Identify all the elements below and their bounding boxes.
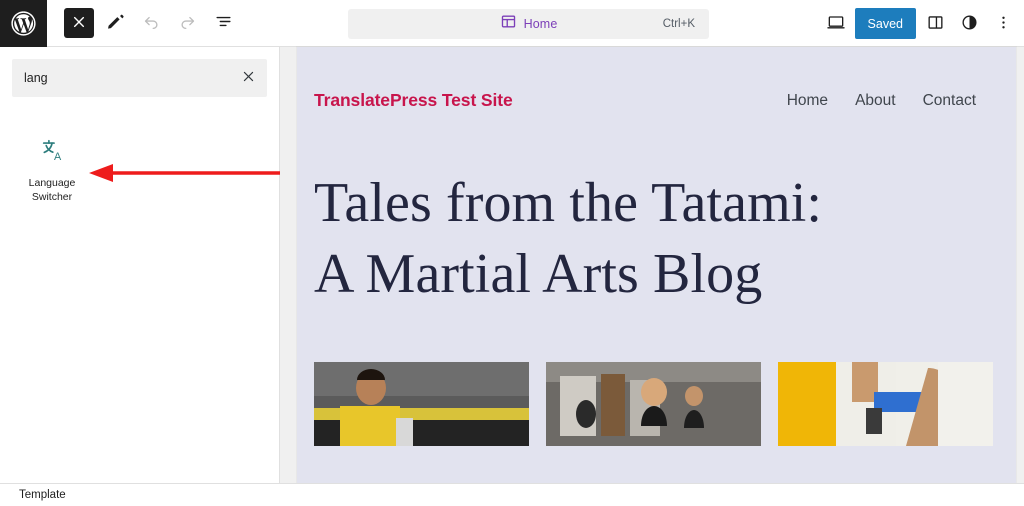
view-device-button[interactable] (821, 9, 851, 39)
undo-icon (142, 12, 161, 34)
block-inserter-panel: A Language Switcher (0, 47, 280, 483)
toolbar-left-group (47, 8, 238, 38)
translate-icon: A (37, 135, 67, 165)
clear-search-button[interactable] (235, 65, 261, 91)
site-header: TranslatePress Test Site Home About Cont… (297, 47, 1016, 111)
pencil-icon (106, 12, 125, 34)
nav-link-about[interactable]: About (855, 92, 896, 110)
svg-text:A: A (53, 150, 61, 162)
featured-image-1 (314, 362, 529, 447)
close-icon (241, 69, 256, 87)
more-options-button[interactable] (988, 9, 1018, 39)
hero-heading-line-2: A Martial Arts Blog (314, 243, 763, 306)
edit-mode-button[interactable] (100, 8, 130, 38)
site-preview-frame[interactable]: TranslatePress Test Site Home About Cont… (297, 47, 1016, 483)
command-bar-inner: Home (500, 13, 558, 35)
status-bar: Template (0, 483, 1024, 506)
editor-canvas: TranslatePress Test Site Home About Cont… (280, 47, 1024, 483)
close-icon (71, 14, 87, 33)
featured-image-2 (546, 362, 761, 447)
list-view-button[interactable] (208, 8, 238, 38)
featured-image-3 (778, 362, 993, 447)
command-bar[interactable]: Home Ctrl+K (348, 9, 709, 39)
block-results-grid: A Language Switcher (0, 97, 279, 212)
search-container (0, 47, 279, 97)
sidebar-panel-icon (926, 13, 945, 35)
redo-button[interactable] (172, 8, 202, 38)
hero-heading-line-1: Tales from the Tatami: (314, 172, 823, 234)
desktop-icon (826, 12, 846, 35)
site-navigation: Home About Contact (787, 92, 976, 110)
styles-button[interactable] (954, 9, 984, 39)
status-bar-label: Template (19, 489, 66, 501)
command-bar-template-name: Home (523, 17, 558, 31)
template-icon (500, 13, 517, 35)
editor-toolbar: Home Ctrl+K Saved (0, 0, 1024, 47)
list-view-icon (214, 12, 233, 34)
settings-sidebar-button[interactable] (920, 9, 950, 39)
site-editor-window: Home Ctrl+K Saved lang A Language Switch… (0, 0, 1024, 506)
block-item-language-switcher[interactable]: A Language Switcher (8, 129, 96, 212)
wordpress-logo-button[interactable] (0, 0, 47, 47)
contrast-icon (960, 13, 979, 35)
block-item-label: Language Switcher (28, 177, 76, 204)
undo-button[interactable] (136, 8, 166, 38)
site-title: TranslatePress Test Site (314, 90, 513, 110)
redo-icon (178, 12, 197, 34)
featured-image-row (297, 310, 1016, 447)
nav-link-contact[interactable]: Contact (923, 92, 976, 110)
nav-link-home[interactable]: Home (787, 92, 828, 110)
search-field (12, 59, 267, 97)
close-editor-button[interactable] (64, 8, 94, 38)
hero-heading: Tales from the Tatami: A Martial Arts Bl… (297, 111, 1016, 310)
command-bar-shortcut: Ctrl+K (662, 18, 695, 30)
wordpress-logo-icon (9, 9, 38, 38)
toolbar-right-group: Saved (821, 0, 1018, 47)
search-input[interactable] (12, 59, 267, 97)
three-dots-vertical-icon (994, 13, 1013, 35)
save-button[interactable]: Saved (854, 8, 916, 39)
